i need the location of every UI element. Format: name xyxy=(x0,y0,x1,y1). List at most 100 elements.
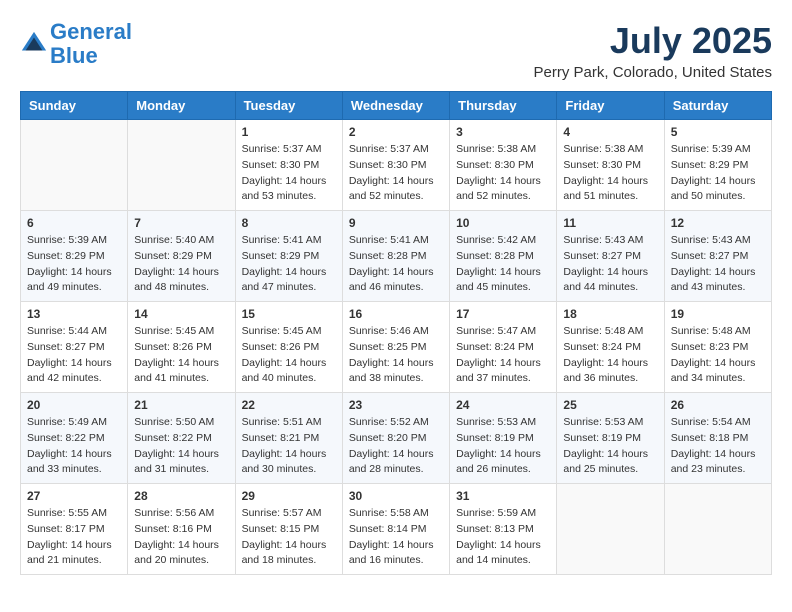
calendar-cell: 3Sunrise: 5:38 AMSunset: 8:30 PMDaylight… xyxy=(450,120,557,211)
weekday-header-thursday: Thursday xyxy=(450,92,557,120)
day-number: 11 xyxy=(563,216,657,230)
calendar-cell: 5Sunrise: 5:39 AMSunset: 8:29 PMDaylight… xyxy=(664,120,771,211)
day-number: 18 xyxy=(563,307,657,321)
calendar-week-row: 13Sunrise: 5:44 AMSunset: 8:27 PMDayligh… xyxy=(21,302,772,393)
day-number: 8 xyxy=(242,216,336,230)
logo: General Blue xyxy=(20,20,132,68)
day-info: Sunrise: 5:41 AMSunset: 8:29 PMDaylight:… xyxy=(242,233,336,296)
calendar-cell: 28Sunrise: 5:56 AMSunset: 8:16 PMDayligh… xyxy=(128,484,235,575)
calendar-cell: 15 Sunrise: 5:45 AMSunset: 8:26 PMDayligh… xyxy=(235,302,342,393)
calendar-cell: 10Sunrise: 5:42 AMSunset: 8:28 PMDayligh… xyxy=(450,211,557,302)
day-number: 15 xyxy=(242,307,336,321)
day-number: 26 xyxy=(671,398,765,412)
calendar-cell: 6 Sunrise: 5:39 AMSunset: 8:29 PMDaylight… xyxy=(21,211,128,302)
day-info: Sunrise: 5:39 AMSunset: 8:29 PMDaylight:… xyxy=(27,233,121,296)
day-info: Sunrise: 5:48 AMSunset: 8:24 PMDaylight:… xyxy=(563,324,657,387)
calendar-cell: 7 Sunrise: 5:40 AMSunset: 8:29 PMDaylight… xyxy=(128,211,235,302)
day-number: 22 xyxy=(242,398,336,412)
calendar-cell: 11 Sunrise: 5:43 AMSunset: 8:27 PMDayligh… xyxy=(557,211,664,302)
calendar-cell: 27 Sunrise: 5:55 AMSunset: 8:17 PMDayligh… xyxy=(21,484,128,575)
calendar-cell: 8 Sunrise: 5:41 AMSunset: 8:29 PMDaylight… xyxy=(235,211,342,302)
weekday-header-sunday: Sunday xyxy=(21,92,128,120)
calendar-cell: 20Sunrise: 5:49 AMSunset: 8:22 PMDayligh… xyxy=(21,393,128,484)
calendar-cell: 14 Sunrise: 5:45 AMSunset: 8:26 PMDayligh… xyxy=(128,302,235,393)
day-info: Sunrise: 5:48 AMSunset: 8:23 PMDaylight:… xyxy=(671,324,765,387)
day-info: Sunrise: 5:40 AMSunset: 8:29 PMDaylight:… xyxy=(134,233,228,296)
calendar-cell: 29Sunrise: 5:57 AMSunset: 8:15 PMDayligh… xyxy=(235,484,342,575)
calendar-cell: 19 Sunrise: 5:48 AMSunset: 8:23 PMDayligh… xyxy=(664,302,771,393)
day-info: Sunrise: 5:44 AMSunset: 8:27 PMDaylight:… xyxy=(27,324,121,387)
weekday-header-friday: Friday xyxy=(557,92,664,120)
day-number: 2 xyxy=(349,125,443,139)
month-year: July 2025 xyxy=(534,20,772,62)
location: Perry Park, Colorado, United States xyxy=(534,64,772,81)
calendar-cell: 12 Sunrise: 5:43 AMSunset: 8:27 PMDayligh… xyxy=(664,211,771,302)
weekday-header-saturday: Saturday xyxy=(664,92,771,120)
day-info: Sunrise: 5:38 AMSunset: 8:30 PMDaylight:… xyxy=(456,142,550,205)
calendar-week-row: 20Sunrise: 5:49 AMSunset: 8:22 PMDayligh… xyxy=(21,393,772,484)
day-info: Sunrise: 5:37 AMSunset: 8:30 PMDaylight:… xyxy=(349,142,443,205)
calendar-cell: 13Sunrise: 5:44 AMSunset: 8:27 PMDayligh… xyxy=(21,302,128,393)
day-number: 23 xyxy=(349,398,443,412)
calendar-cell xyxy=(128,120,235,211)
day-info: Sunrise: 5:56 AMSunset: 8:16 PMDaylight:… xyxy=(134,506,228,569)
day-info: Sunrise: 5:50 AMSunset: 8:22 PMDaylight:… xyxy=(134,415,228,478)
day-number: 6 xyxy=(27,216,121,230)
calendar-cell: 17 Sunrise: 5:47 AMSunset: 8:24 PMDayligh… xyxy=(450,302,557,393)
day-info: Sunrise: 5:58 AMSunset: 8:14 PMDaylight:… xyxy=(349,506,443,569)
day-info: Sunrise: 5:43 AMSunset: 8:27 PMDaylight:… xyxy=(563,233,657,296)
day-info: Sunrise: 5:38 AMSunset: 8:30 PMDaylight:… xyxy=(563,142,657,205)
day-number: 12 xyxy=(671,216,765,230)
day-info: Sunrise: 5:43 AMSunset: 8:27 PMDaylight:… xyxy=(671,233,765,296)
day-number: 29 xyxy=(242,489,336,503)
day-number: 14 xyxy=(134,307,228,321)
calendar-cell: 31Sunrise: 5:59 AMSunset: 8:13 PMDayligh… xyxy=(450,484,557,575)
calendar-week-row: 27 Sunrise: 5:55 AMSunset: 8:17 PMDayligh… xyxy=(21,484,772,575)
day-info: Sunrise: 5:46 AMSunset: 8:25 PMDaylight:… xyxy=(349,324,443,387)
calendar-cell: 16Sunrise: 5:46 AMSunset: 8:25 PMDayligh… xyxy=(342,302,449,393)
day-info: Sunrise: 5:39 AMSunset: 8:29 PMDaylight:… xyxy=(671,142,765,205)
calendar-cell xyxy=(557,484,664,575)
calendar-week-row: 1 Sunrise: 5:37 AMSunset: 8:30 PMDaylight… xyxy=(21,120,772,211)
calendar-cell xyxy=(21,120,128,211)
calendar-cell: 2 Sunrise: 5:37 AMSunset: 8:30 PMDaylight… xyxy=(342,120,449,211)
day-number: 30 xyxy=(349,489,443,503)
page-header: General Blue July 2025 Perry Park, Color… xyxy=(20,20,772,81)
day-number: 19 xyxy=(671,307,765,321)
day-number: 1 xyxy=(242,125,336,139)
day-info: Sunrise: 5:47 AMSunset: 8:24 PMDaylight:… xyxy=(456,324,550,387)
day-number: 7 xyxy=(134,216,228,230)
day-info: Sunrise: 5:51 AMSunset: 8:21 PMDaylight:… xyxy=(242,415,336,478)
calendar-cell xyxy=(664,484,771,575)
day-info: Sunrise: 5:45 AMSunset: 8:26 PMDaylight:… xyxy=(242,324,336,387)
calendar-table: SundayMondayTuesdayWednesdayThursdayFrid… xyxy=(20,91,772,575)
day-info: Sunrise: 5:45 AMSunset: 8:26 PMDaylight:… xyxy=(134,324,228,387)
weekday-header-wednesday: Wednesday xyxy=(342,92,449,120)
logo-icon xyxy=(20,30,48,58)
calendar-header-row: SundayMondayTuesdayWednesdayThursdayFrid… xyxy=(21,92,772,120)
weekday-header-tuesday: Tuesday xyxy=(235,92,342,120)
calendar-cell: 1 Sunrise: 5:37 AMSunset: 8:30 PMDaylight… xyxy=(235,120,342,211)
calendar-cell: 9Sunrise: 5:41 AMSunset: 8:28 PMDaylight… xyxy=(342,211,449,302)
calendar-week-row: 6 Sunrise: 5:39 AMSunset: 8:29 PMDaylight… xyxy=(21,211,772,302)
calendar-cell: 30 Sunrise: 5:58 AMSunset: 8:14 PMDayligh… xyxy=(342,484,449,575)
day-info: Sunrise: 5:55 AMSunset: 8:17 PMDaylight:… xyxy=(27,506,121,569)
calendar-cell: 23 Sunrise: 5:52 AMSunset: 8:20 PMDayligh… xyxy=(342,393,449,484)
weekday-header-monday: Monday xyxy=(128,92,235,120)
title-area: July 2025 Perry Park, Colorado, United S… xyxy=(534,20,772,81)
day-number: 31 xyxy=(456,489,550,503)
day-info: Sunrise: 5:49 AMSunset: 8:22 PMDaylight:… xyxy=(27,415,121,478)
day-number: 9 xyxy=(349,216,443,230)
day-info: Sunrise: 5:53 AMSunset: 8:19 PMDaylight:… xyxy=(563,415,657,478)
day-info: Sunrise: 5:52 AMSunset: 8:20 PMDaylight:… xyxy=(349,415,443,478)
day-info: Sunrise: 5:53 AMSunset: 8:19 PMDaylight:… xyxy=(456,415,550,478)
day-info: Sunrise: 5:42 AMSunset: 8:28 PMDaylight:… xyxy=(456,233,550,296)
calendar-cell: 22 Sunrise: 5:51 AMSunset: 8:21 PMDayligh… xyxy=(235,393,342,484)
day-number: 21 xyxy=(134,398,228,412)
calendar-cell: 24Sunrise: 5:53 AMSunset: 8:19 PMDayligh… xyxy=(450,393,557,484)
calendar-cell: 25Sunrise: 5:53 AMSunset: 8:19 PMDayligh… xyxy=(557,393,664,484)
calendar-cell: 4Sunrise: 5:38 AMSunset: 8:30 PMDaylight… xyxy=(557,120,664,211)
day-info: Sunrise: 5:37 AMSunset: 8:30 PMDaylight:… xyxy=(242,142,336,205)
day-number: 27 xyxy=(27,489,121,503)
day-number: 17 xyxy=(456,307,550,321)
